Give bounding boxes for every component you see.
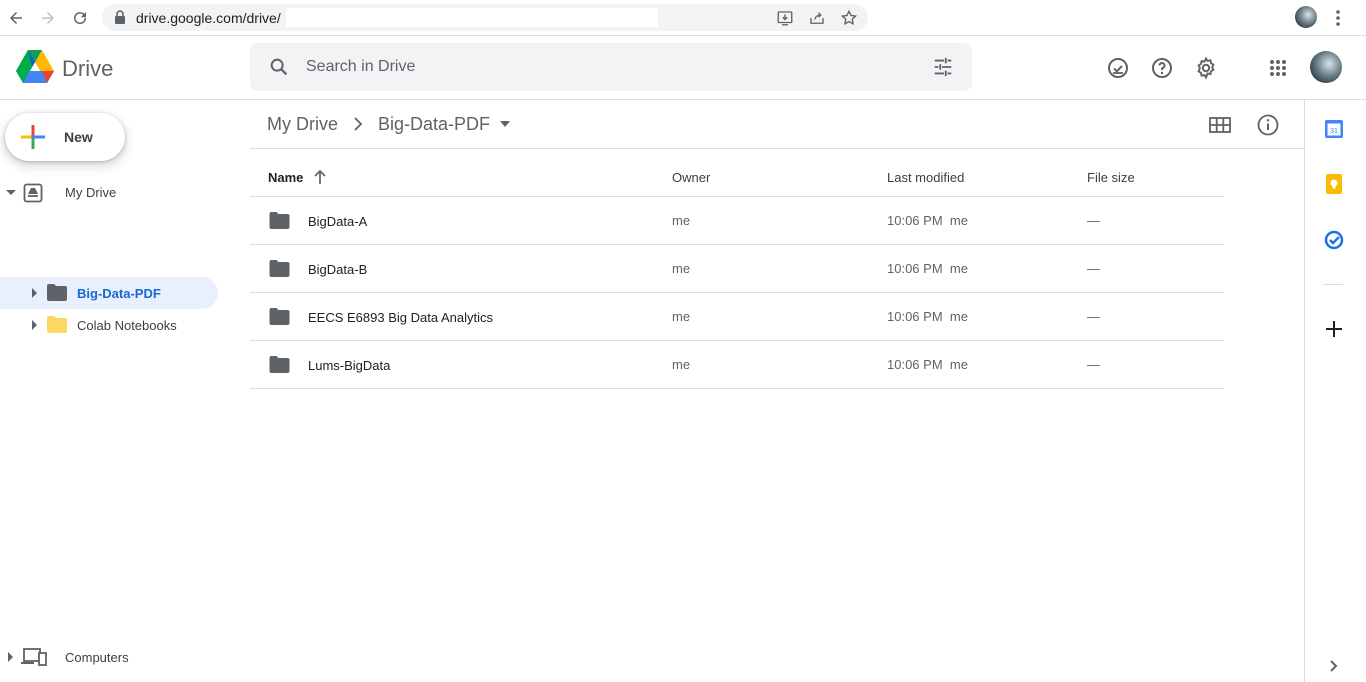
folder-icon	[269, 212, 290, 229]
file-owner: me	[672, 261, 691, 276]
file-name: Lums-BigData	[308, 358, 391, 373]
browser-toolbar: drive.google.com/drive/	[0, 0, 1366, 36]
info-icon[interactable]	[1256, 113, 1280, 137]
share-icon[interactable]	[808, 9, 826, 27]
drive-logo-icon[interactable]	[16, 50, 54, 84]
sidebar-item-label: Computers	[65, 650, 129, 665]
browser-menu-icon[interactable]	[1330, 9, 1346, 27]
folder-icon	[269, 260, 290, 277]
file-last-modified: 10:06 PM me	[887, 357, 968, 372]
drive-header: Drive	[0, 36, 1366, 100]
column-file-size[interactable]: File size	[1087, 170, 1135, 185]
file-name: BigData-B	[308, 262, 368, 277]
breadcrumb-current-folder[interactable]: Big-Data-PDF	[378, 114, 490, 135]
new-button-label: New	[64, 129, 93, 145]
help-icon[interactable]	[1150, 56, 1174, 80]
settings-gear-icon[interactable]	[1194, 56, 1218, 80]
expand-caret-icon[interactable]	[32, 288, 37, 298]
folder-icon	[47, 284, 67, 301]
expand-caret-icon[interactable]	[6, 190, 16, 195]
folder-icon	[269, 308, 290, 325]
expand-caret-icon[interactable]	[8, 652, 13, 662]
file-size: —	[1087, 213, 1100, 228]
table-row[interactable]: EECS E6893 Big Data Analytics me 10:06 P…	[250, 293, 1224, 341]
search-options-icon[interactable]	[932, 56, 954, 78]
file-owner: me	[672, 213, 691, 228]
file-last-modified: 10:06 PM me	[887, 213, 968, 228]
breadcrumb-my-drive[interactable]: My Drive	[267, 114, 338, 135]
chevron-right-icon[interactable]	[1324, 656, 1344, 676]
my-drive-icon	[23, 183, 43, 203]
sidebar-item-colab-notebooks[interactable]: Colab Notebooks	[0, 309, 218, 341]
calendar-day: 31	[1330, 128, 1338, 135]
side-panel-divider	[1323, 284, 1343, 285]
calendar-icon[interactable]: 31	[1324, 119, 1344, 139]
table-row[interactable]: BigData-B me 10:06 PM me —	[250, 245, 1224, 293]
dropdown-arrow-icon[interactable]	[499, 120, 511, 128]
star-icon[interactable]	[840, 9, 858, 27]
chevron-right-icon	[354, 117, 363, 131]
address-bar[interactable]: drive.google.com/drive/	[102, 4, 868, 31]
sidebar-item-computers[interactable]: Computers	[0, 641, 240, 673]
app-name: Drive	[62, 56, 114, 81]
folder-icon	[269, 356, 290, 373]
sidebar-item-label: My Drive	[65, 185, 117, 200]
forward-arrow-icon[interactable]	[36, 6, 60, 30]
file-size: —	[1087, 357, 1100, 372]
side-panel: 31	[1304, 100, 1366, 682]
sidebar-item-label: Colab Notebooks	[77, 318, 177, 333]
search-input[interactable]	[306, 53, 906, 81]
url-redaction	[286, 8, 658, 27]
reload-icon[interactable]	[68, 6, 92, 30]
column-name[interactable]: Name	[268, 170, 303, 185]
table-header: Name Owner Last modified File size	[250, 160, 1224, 197]
file-owner: me	[672, 309, 691, 324]
file-name: EECS E6893 Big Data Analytics	[308, 310, 493, 325]
ready-for-offline-icon[interactable]	[1106, 56, 1130, 80]
search-icon[interactable]	[268, 56, 290, 78]
grid-view-icon[interactable]	[1208, 113, 1232, 137]
column-last-modified[interactable]: Last modified	[887, 170, 964, 185]
expand-caret-icon[interactable]	[32, 320, 37, 330]
main-divider	[250, 148, 1304, 149]
file-last-modified: 10:06 PM me	[887, 261, 968, 276]
file-size: —	[1087, 309, 1100, 324]
install-icon[interactable]	[776, 9, 794, 27]
sidebar-item-label: Big-Data-PDF	[77, 286, 161, 301]
sort-ascending-arrow-icon[interactable]	[313, 169, 327, 185]
search-bar	[250, 43, 972, 91]
url-text: drive.google.com/drive/	[136, 10, 281, 26]
browser-profile-avatar[interactable]	[1295, 6, 1317, 28]
add-addon-plus-icon[interactable]	[1324, 319, 1344, 339]
apps-grid-icon[interactable]	[1266, 56, 1290, 80]
file-name: BigData-A	[308, 214, 368, 229]
folder-icon	[47, 316, 67, 333]
file-owner: me	[672, 357, 691, 372]
sidebar-item-my-drive[interactable]: My Drive	[0, 176, 240, 208]
file-last-modified: 10:06 PM me	[887, 309, 968, 324]
back-arrow-icon[interactable]	[4, 6, 28, 30]
computers-icon	[21, 648, 47, 666]
column-owner: Owner	[672, 170, 711, 185]
account-avatar[interactable]	[1310, 51, 1342, 83]
new-button[interactable]: New	[5, 113, 125, 161]
keep-icon[interactable]	[1324, 174, 1344, 194]
table-row[interactable]: Lums-BigData me 10:06 PM me —	[250, 341, 1224, 389]
colorful-plus-icon	[21, 125, 45, 149]
file-size: —	[1087, 261, 1100, 276]
sidebar-item-big-data-pdf[interactable]: Big-Data-PDF	[0, 277, 218, 309]
table-row[interactable]: BigData-A me 10:06 PM me —	[250, 197, 1224, 245]
lock-icon	[115, 10, 125, 24]
tasks-icon[interactable]	[1324, 230, 1344, 250]
